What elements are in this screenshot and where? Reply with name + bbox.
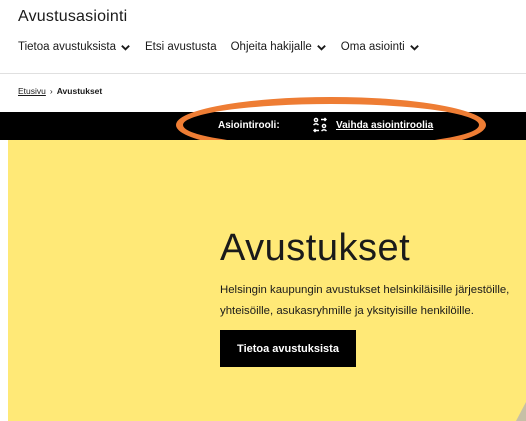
hero-title: Avustukset bbox=[220, 227, 411, 269]
page: Avustusasiointi Tietoa avustuksista Etsi… bbox=[0, 0, 526, 421]
nav-item-label: Ohjeita hakijalle bbox=[230, 41, 312, 53]
nav-item-label: Oma asiointi bbox=[340, 41, 405, 53]
breadcrumb-current: Avustukset bbox=[56, 86, 103, 96]
nav-item-ohjeita-hakijalle[interactable]: Ohjeita hakijalle bbox=[231, 41, 327, 53]
switch-role-button[interactable]: Vaihda asiointiroolia bbox=[312, 117, 433, 133]
header-divider bbox=[0, 73, 526, 74]
nav-item-etsi-avustusta[interactable]: Etsi avustusta bbox=[145, 41, 217, 53]
chevron-down-icon bbox=[121, 44, 130, 51]
site-title[interactable]: Avustusasiointi bbox=[18, 8, 127, 26]
swap-arrows-icon bbox=[313, 117, 327, 133]
hero-banner: Avustukset Helsingin kaupungin avustukse… bbox=[8, 140, 526, 421]
switch-role-label: Vaihda asiointiroolia bbox=[336, 119, 434, 131]
chevron-down-icon bbox=[409, 44, 419, 51]
breadcrumb-home-link[interactable]: Etusivu bbox=[18, 86, 46, 96]
nav-item-label: Etsi avustusta bbox=[145, 41, 217, 53]
role-bar: Asiointirooli: Vaihda asiointiroolia bbox=[0, 112, 526, 140]
grants-info-button[interactable]: Tietoa avustuksista bbox=[220, 330, 356, 367]
nav-item-label: Tietoa avustuksista bbox=[18, 41, 117, 53]
nav-item-oma-asiointi[interactable]: Oma asiointi bbox=[341, 41, 420, 53]
chevron-down-icon bbox=[316, 44, 326, 51]
breadcrumb-separator: › bbox=[49, 86, 53, 96]
main-navigation: Tietoa avustuksista Etsi avustusta Ohjei… bbox=[18, 41, 434, 53]
role-label: Asiointirooli: bbox=[218, 120, 280, 131]
nav-item-tietoa-avustuksista[interactable]: Tietoa avustuksista bbox=[18, 41, 131, 53]
hero-description: Helsingin kaupungin avustukset helsinkil… bbox=[220, 284, 510, 317]
breadcrumb: Etusivu › Avustukset bbox=[18, 86, 102, 96]
decorative-corner bbox=[516, 402, 526, 421]
